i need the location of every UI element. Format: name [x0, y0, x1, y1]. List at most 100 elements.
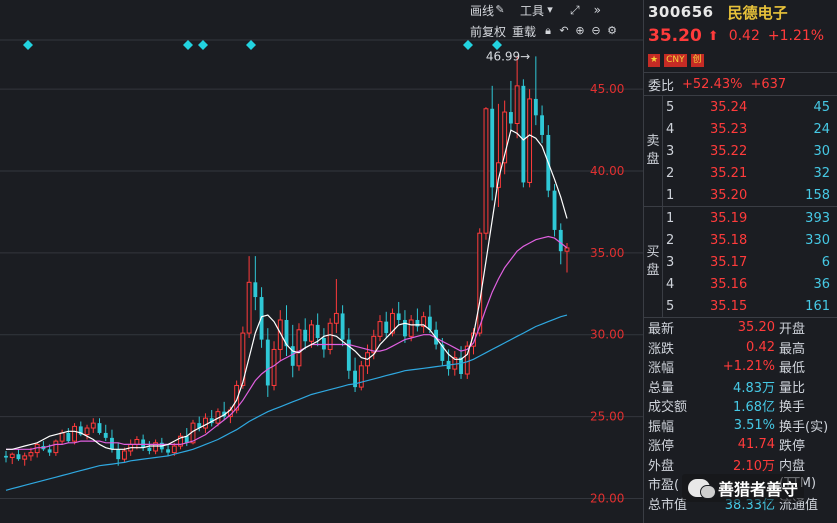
- candle-body-down: [141, 439, 146, 448]
- bid-volume: 6: [821, 254, 830, 270]
- y-tick-label: 20.00: [590, 491, 624, 505]
- candle-body-down: [552, 190, 557, 230]
- candle-body-up: [483, 108, 489, 234]
- reload-button[interactable]: 重载: [512, 23, 536, 40]
- candle-body-down: [427, 316, 432, 330]
- candle-body-down: [16, 454, 21, 460]
- max-price-label: 46.99→: [486, 49, 530, 63]
- watermark: 善猎者善守: [682, 474, 805, 502]
- currency-badge: CNY: [664, 53, 687, 67]
- stats-key: 涨幅: [648, 361, 675, 377]
- candle-body-down: [184, 436, 189, 443]
- ask-row[interactable]: 4 35.23 24: [644, 118, 837, 140]
- ask-row[interactable]: 2 35.21 32: [644, 162, 837, 184]
- chart-toolbar-secondary: 前复权 重载 🔒︎ ↶ ⊕ ⊖ ⚙: [470, 22, 618, 40]
- bid-level: 3: [666, 254, 675, 270]
- candle-body-down: [315, 324, 320, 338]
- draw-line-button[interactable]: 画线 ✎: [470, 2, 506, 19]
- candle-body-down: [253, 282, 258, 298]
- wechat-icon: [688, 479, 716, 499]
- candle-body-down: [340, 313, 345, 340]
- ask-volume: 24: [813, 121, 830, 137]
- stats-key: 外盘: [648, 458, 675, 474]
- event-marker-icon: [23, 40, 33, 50]
- ask-price: 35.23: [710, 121, 748, 137]
- adjust-button[interactable]: 前复权: [470, 23, 506, 40]
- stats-key: 成交额: [648, 400, 688, 416]
- bid-volume: 161: [805, 298, 830, 314]
- candle-body-up: [333, 312, 339, 324]
- lock-icon[interactable]: 🔒︎: [542, 25, 554, 37]
- candle-body-up: [477, 232, 483, 334]
- ask-row[interactable]: 5 35.24 45: [644, 96, 837, 118]
- candle-body-down: [4, 455, 8, 458]
- ask-price: 35.21: [710, 165, 748, 181]
- ask-volume: 32: [813, 165, 830, 181]
- candle-body-up: [72, 425, 77, 442]
- bid-row[interactable]: 4 35.16 36: [644, 273, 837, 295]
- ask-level: 1: [666, 187, 675, 203]
- ask-price: 35.22: [710, 143, 748, 159]
- candle-body-up: [171, 445, 177, 454]
- event-marker-icon: [246, 40, 256, 50]
- candle-body-down: [490, 108, 495, 188]
- candle-body-up: [28, 452, 34, 457]
- candle-body-down: [353, 370, 357, 388]
- settings-gear-icon[interactable]: ⚙: [606, 25, 618, 37]
- tools-label: 工具: [520, 3, 545, 18]
- ask-level: 2: [666, 165, 675, 181]
- kline-canvas[interactable]: 20.00 25.00 30.00 35.00 40.00 45.00 46.99→: [0, 0, 643, 523]
- candle-body-down: [110, 437, 114, 450]
- bid-level: 2: [666, 232, 675, 248]
- stats-row: 外盘 2.10万 内盘: [644, 455, 837, 475]
- candle-body-down: [508, 112, 513, 124]
- candle-body-down: [540, 115, 544, 135]
- bid-level: 4: [666, 276, 675, 292]
- y-tick-label: 40.00: [590, 164, 624, 178]
- bid-row[interactable]: 5 35.15 161: [644, 295, 837, 317]
- candle-body-down: [533, 98, 538, 116]
- kline-chart[interactable]: 20.00 25.00 30.00 35.00 40.00 45.00 46.99→: [0, 0, 643, 523]
- watermark-text: 善猎者善守: [718, 480, 799, 499]
- bid-row[interactable]: 2 35.18 330: [644, 229, 837, 251]
- ask-row[interactable]: 1 35.20 158: [644, 184, 837, 206]
- draw-line-label: 画线: [470, 3, 495, 18]
- ma5-line: [6, 129, 568, 450]
- candle-body-down: [415, 319, 420, 327]
- undo-icon[interactable]: ↶: [558, 25, 570, 37]
- candle-body-down: [321, 337, 326, 350]
- fullscreen-icon[interactable]: ⤢: [570, 3, 580, 18]
- stats-row: 涨幅 +1.21% 最低: [644, 357, 837, 377]
- stats-row: 总量 4.83万 量比: [644, 377, 837, 397]
- bid-row[interactable]: 1 35.19 393: [644, 207, 837, 229]
- stats-key-secondary: 换手: [779, 400, 806, 416]
- ask-level: 5: [666, 99, 675, 115]
- zoom-in-icon[interactable]: ⊕: [574, 25, 586, 37]
- ask-book: 卖盘 5 35.24 45 4 35.23 24 3 35.22 30 2 35.21 32 1 35.2…: [644, 96, 837, 207]
- ask-volume: 30: [813, 143, 830, 159]
- up-arrow-icon: ⬆: [707, 28, 719, 44]
- tools-button[interactable]: 工具 ▾: [520, 2, 556, 19]
- bid-volume: 330: [805, 232, 830, 248]
- candle-body-up: [53, 440, 59, 454]
- candle-body-down: [103, 432, 108, 438]
- ask-row[interactable]: 3 35.22 30: [644, 140, 837, 162]
- candle-body-up: [408, 319, 414, 337]
- event-marker-icon: [198, 40, 208, 50]
- ask-price: 35.24: [710, 99, 748, 115]
- stats-key: 总量: [648, 380, 675, 396]
- bid-row[interactable]: 3 35.17 6: [644, 251, 837, 273]
- stats-row: 最新 35.20 开盘: [644, 318, 837, 338]
- candle-body-up: [203, 417, 208, 429]
- stats-row: 涨停 41.74 跌停: [644, 435, 837, 455]
- bid-price: 35.19: [710, 210, 748, 226]
- ask-price: 35.20: [710, 187, 748, 203]
- stats-key-secondary: 换手(实): [779, 419, 829, 435]
- chinext-badge: 创: [690, 53, 704, 67]
- ask-volume: 45: [813, 99, 830, 115]
- candle-body-down: [265, 339, 270, 386]
- stats-key-secondary: 最低: [779, 361, 806, 377]
- collapse-icon[interactable]: »: [594, 3, 601, 17]
- candle-body-up: [134, 438, 140, 445]
- zoom-out-icon[interactable]: ⊖: [590, 25, 602, 37]
